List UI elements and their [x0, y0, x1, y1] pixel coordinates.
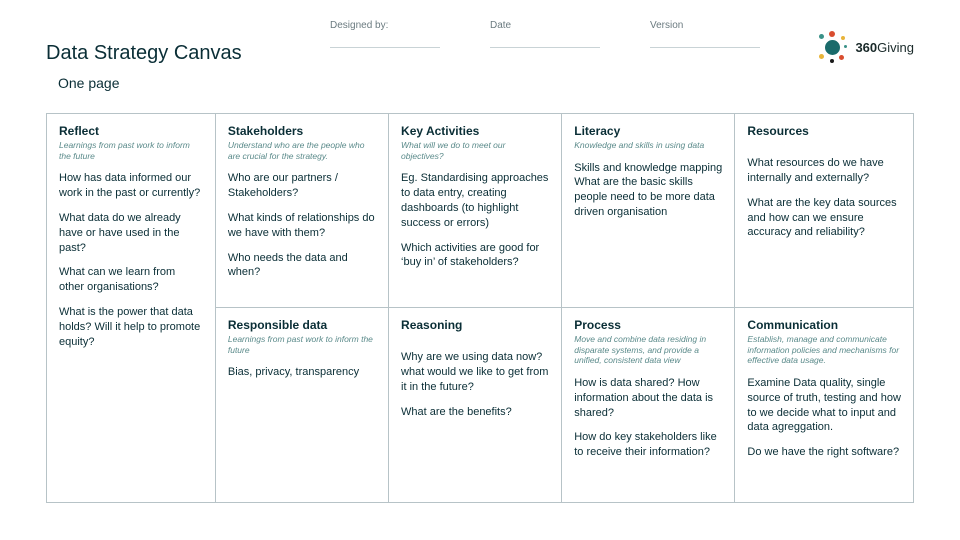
logo-mark-icon [815, 30, 849, 64]
cell-title: Communication [747, 318, 901, 332]
underline [330, 47, 440, 48]
cell-key-activities: Key Activities What will we do to meet o… [389, 114, 562, 308]
cell-title: Reasoning [401, 318, 549, 332]
cell-body: What are the key data sources and how ca… [747, 196, 901, 241]
cell-subtitle: Knowledge and skills in using data [574, 140, 722, 151]
cell-body: How has data informed our work in the pa… [59, 171, 203, 201]
page-subtitle: One page [58, 75, 914, 91]
cell-title: Key Activities [401, 124, 549, 138]
cell-body: What resources do we have internally and… [747, 156, 901, 186]
meta-designed-by: Designed by: [330, 20, 440, 48]
underline [650, 47, 760, 48]
meta-date-label: Date [490, 20, 511, 31]
cell-reasoning: Reasoning Why are we using data now? wha… [389, 308, 562, 502]
cell-body: Eg. Standardising approaches to data ent… [401, 171, 549, 230]
cell-reflect: Reflect Learnings from past work to info… [47, 114, 216, 502]
cell-communication: Communication Establish, manage and comm… [735, 308, 913, 502]
cell-body: Bias, privacy, transparency [228, 365, 376, 380]
cell-title: Responsible data [228, 318, 376, 332]
cell-subtitle: Establish, manage and communicate inform… [747, 334, 901, 366]
logo-text: 360Giving [855, 40, 914, 55]
cell-body: What are the benefits? [401, 405, 549, 420]
cell-body: What can we learn from other organisatio… [59, 265, 203, 295]
cell-title: Resources [747, 124, 901, 138]
cell-title: Process [574, 318, 722, 332]
canvas-grid: Reflect Learnings from past work to info… [46, 113, 914, 503]
cell-body: Why are we using data now? what would we… [401, 350, 549, 395]
cell-title: Literacy [574, 124, 722, 138]
cell-literacy: Literacy Knowledge and skills in using d… [562, 114, 735, 308]
cell-subtitle: Move and combine data residing in dispar… [574, 334, 722, 366]
cell-body: Which activities are good for ‘buy in’ o… [401, 241, 549, 271]
cell-title: Reflect [59, 124, 203, 138]
cell-body: How do key stakeholders like to receive … [574, 430, 722, 460]
cell-responsible-data: Responsible data Learnings from past wor… [216, 308, 389, 502]
cell-body: Examine Data quality, single source of t… [747, 376, 901, 435]
cell-body: How is data shared? How information abou… [574, 376, 722, 421]
meta-row: Designed by: Date Version [330, 20, 760, 48]
underline [490, 47, 600, 48]
cell-resources: Resources What resources do we have inte… [735, 114, 913, 308]
cell-body: What data do we already have or have use… [59, 211, 203, 256]
meta-designed-by-label: Designed by: [330, 20, 388, 31]
cell-subtitle: Understand who are the people who are cr… [228, 140, 376, 161]
cell-subtitle: Learnings from past work to inform the f… [228, 334, 376, 355]
cell-subtitle: What will we do to meet our objectives? [401, 140, 549, 161]
cell-body: Who needs the data and when? [228, 251, 376, 281]
cell-body: Skills and knowledge mapping What are th… [574, 161, 722, 220]
meta-version-label: Version [650, 20, 683, 31]
cell-body: Do we have the right software? [747, 445, 901, 460]
meta-version: Version [650, 20, 760, 48]
cell-stakeholders: Stakeholders Understand who are the peop… [216, 114, 389, 308]
cell-body: Who are our partners / Stakeholders? [228, 171, 376, 201]
cell-body: What is the power that data holds? Will … [59, 305, 203, 350]
cell-process: Process Move and combine data residing i… [562, 308, 735, 502]
meta-date: Date [490, 20, 600, 48]
cell-subtitle: Learnings from past work to inform the f… [59, 140, 203, 161]
logo: 360Giving [815, 30, 914, 64]
cell-title: Stakeholders [228, 124, 376, 138]
cell-body: What kinds of relationships do we have w… [228, 211, 376, 241]
